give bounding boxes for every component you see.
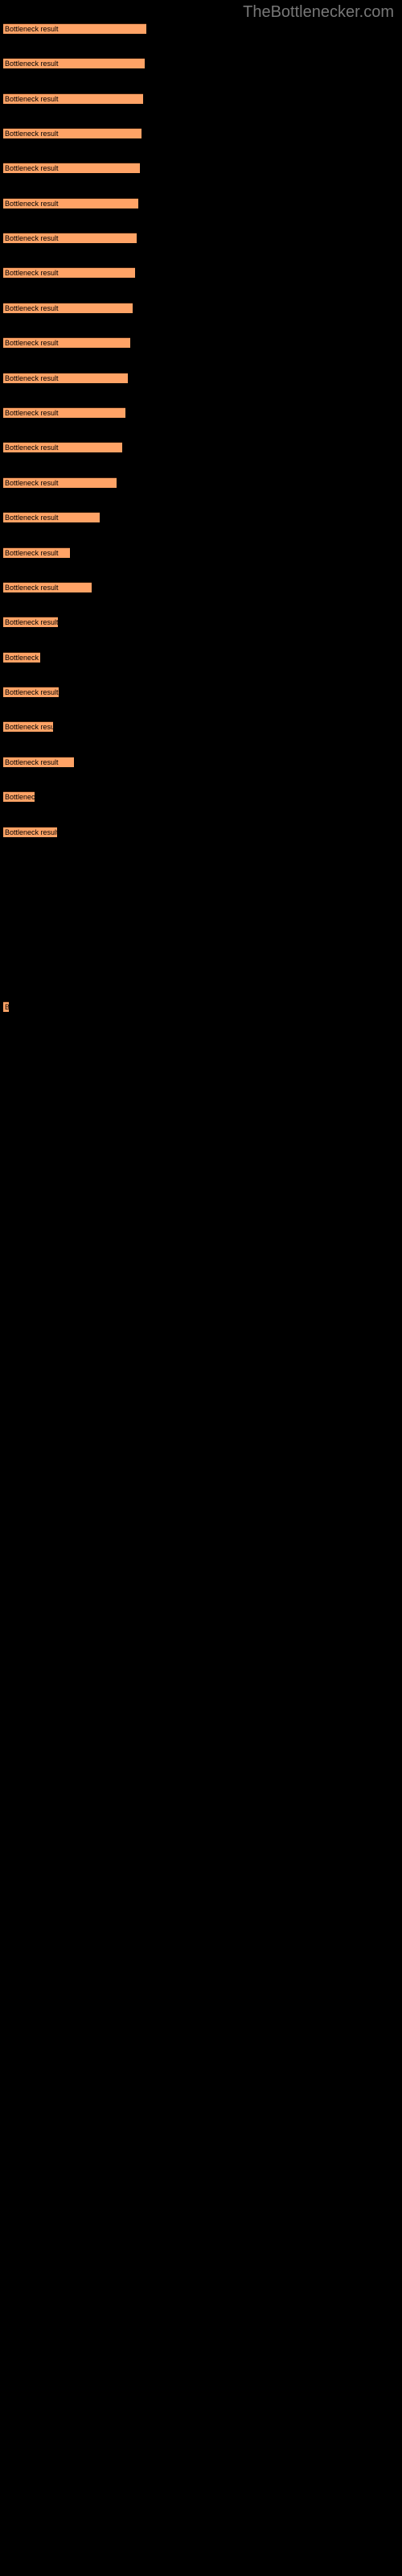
bar-bottleneck-result[interactable]: Bottleneck result — [3, 128, 142, 138]
bar-label: Bottleneck result — [5, 339, 59, 347]
bar-bottleneck-result[interactable]: Bottleneck result — [3, 721, 53, 732]
bar-bottleneck-result[interactable]: Bottleneck result — [3, 652, 40, 663]
bar-label: Bottleneck result — [5, 758, 59, 766]
bar-label: Bottleneck result — [5, 130, 59, 138]
bar-bottleneck-result[interactable]: Bottleneck result — [3, 267, 135, 278]
bar-label: Bottleneck result — [5, 618, 58, 626]
bar-bottleneck-result[interactable]: Bottleneck result — [3, 337, 130, 348]
bar-label: Bottleneck result — [5, 200, 59, 208]
bar-bottleneck-result[interactable]: Bottleneck result — [3, 757, 74, 767]
bottleneck-chart-root: TheBottlenecker.com Bottleneck result Bot… — [0, 0, 402, 2576]
bar-bottleneck-result[interactable]: Bottleneck result — [3, 23, 146, 34]
bar-label: Bottleneck result — [5, 95, 59, 103]
bar-label: Bottleneck result — [5, 304, 59, 312]
bar-label: Bottleneck result — [5, 374, 59, 382]
bar-label: Bottleneck result — [5, 269, 59, 277]
bar-bottleneck-result[interactable]: Bottleneck result — [3, 477, 117, 488]
bar-bottleneck-result[interactable]: Bottleneck result — [3, 233, 137, 243]
bar-bottleneck-result[interactable]: Bottleneck result — [3, 512, 100, 522]
bar-bottleneck-result[interactable]: Bottleneck result — [3, 1001, 9, 1012]
bar-label: Bottleneck result — [5, 723, 53, 731]
bar-label: Bottleneck result — [5, 514, 59, 522]
bar-bottleneck-result[interactable]: Bottleneck result — [3, 547, 70, 558]
bar-label: Bottleneck result — [5, 688, 59, 696]
bar-label: Bottleneck result — [5, 793, 35, 801]
bar-bottleneck-result[interactable]: Bottleneck result — [3, 407, 125, 418]
bar-bottleneck-result[interactable]: Bottleneck result — [3, 58, 145, 68]
bar-label: Bottleneck result — [5, 234, 59, 242]
bar-bottleneck-result[interactable]: Bottleneck result — [3, 617, 58, 627]
bar-bottleneck-result[interactable]: Bottleneck result — [3, 198, 138, 208]
bar-bottleneck-result[interactable]: Bottleneck result — [3, 93, 143, 104]
bar-label: Bottleneck result — [5, 828, 57, 836]
bar-label: Bottleneck result — [5, 409, 59, 417]
bar-bottleneck-result[interactable]: Bottleneck result — [3, 582, 92, 592]
bar-label: Bottleneck result — [5, 164, 59, 172]
bar-label: Bottleneck result — [5, 1002, 9, 1012]
bar-bottleneck-result[interactable]: Bottleneck result — [3, 303, 133, 313]
bar-bottleneck-result[interactable]: Bottleneck result — [3, 442, 122, 452]
bar-label: Bottleneck result — [5, 25, 59, 33]
bar-series-container: Bottleneck result Bottleneck result Bottle… — [0, 0, 402, 2576]
bar-bottleneck-result[interactable]: Bottleneck result — [3, 373, 128, 383]
bar-bottleneck-result[interactable]: Bottleneck result — [3, 163, 140, 173]
bar-label: Bottleneck result — [5, 654, 40, 662]
bar-label: Bottleneck result — [5, 444, 59, 452]
bar-bottleneck-result[interactable]: Bottleneck result — [3, 687, 59, 697]
bar-label: Bottleneck result — [5, 479, 59, 487]
bar-bottleneck-result[interactable]: Bottleneck result — [3, 791, 35, 802]
bar-label: Bottleneck result — [5, 584, 59, 592]
bar-label: Bottleneck result — [5, 549, 59, 557]
bar-bottleneck-result[interactable]: Bottleneck result — [3, 827, 57, 837]
bar-label: Bottleneck result — [5, 60, 59, 68]
